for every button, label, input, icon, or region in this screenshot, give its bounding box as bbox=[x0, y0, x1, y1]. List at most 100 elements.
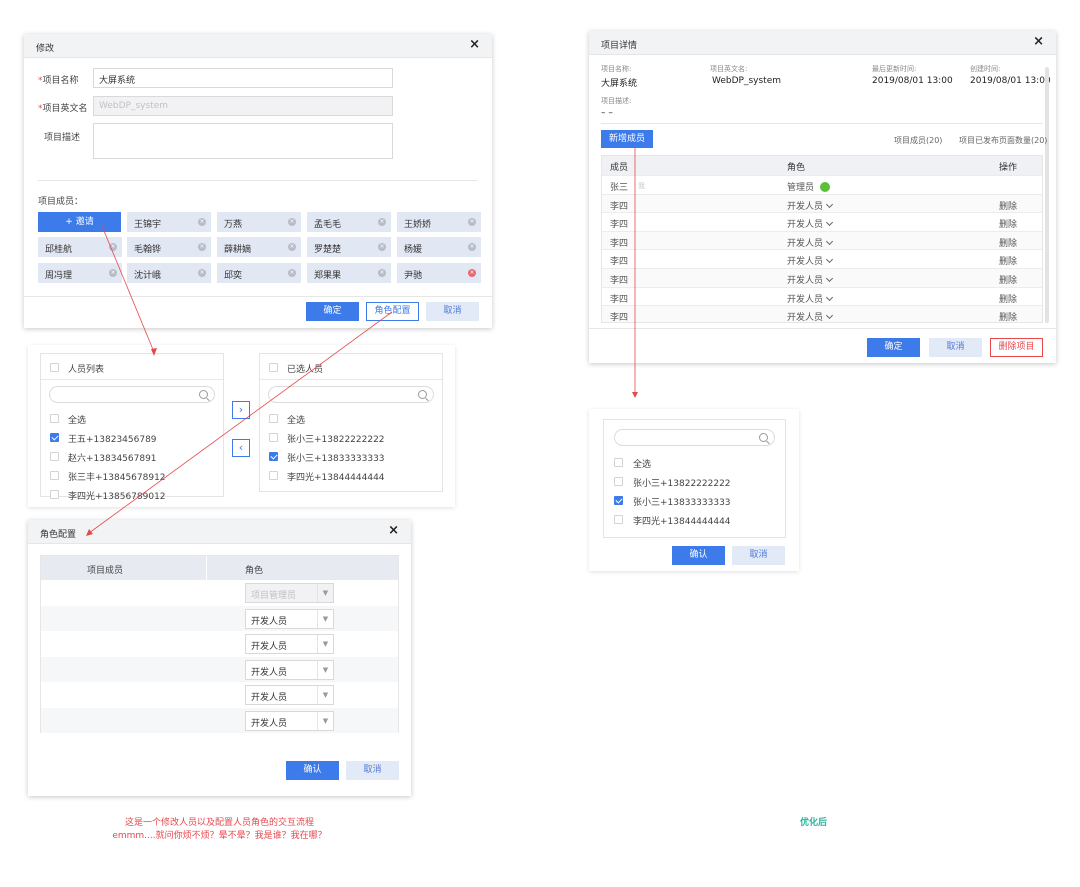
list-item-checkbox[interactable] bbox=[614, 477, 623, 486]
col-member-header: 成员 bbox=[610, 163, 629, 173]
move-right-button[interactable]: › bbox=[232, 401, 250, 419]
created-label: 创建时间: bbox=[970, 65, 1001, 73]
member-chip-label: 郑果果 bbox=[314, 271, 342, 281]
remove-member-icon[interactable]: × bbox=[198, 269, 206, 277]
cancel-button[interactable]: 取消 bbox=[426, 302, 479, 321]
remove-member-icon[interactable]: × bbox=[288, 243, 296, 251]
selected-search-input[interactable] bbox=[268, 386, 434, 403]
list-item-checkbox[interactable] bbox=[614, 496, 623, 505]
scrollbar[interactable] bbox=[1045, 67, 1049, 323]
role-select[interactable]: 开发人员 ▼ bbox=[245, 634, 334, 655]
cancel-button[interactable]: 取消 bbox=[732, 546, 785, 565]
role-dropdown[interactable]: 开发人员 bbox=[787, 217, 834, 230]
cancel-button[interactable]: 取消 bbox=[346, 761, 399, 780]
selected-list-title: 已选人员 bbox=[287, 365, 324, 375]
role-value: 开发人员 bbox=[787, 238, 824, 249]
people-search-input[interactable] bbox=[49, 386, 215, 403]
remove-member-icon[interactable]: × bbox=[198, 243, 206, 251]
delete-member-link[interactable]: 删除 bbox=[999, 273, 1017, 286]
arrowhead-icon bbox=[632, 392, 638, 398]
role-dropdown[interactable]: 开发人员 bbox=[787, 292, 834, 305]
remove-member-icon[interactable]: × bbox=[109, 269, 117, 277]
close-icon[interactable]: × bbox=[1033, 35, 1044, 49]
table-row: 开发人员 ▼ bbox=[41, 656, 398, 682]
move-left-button[interactable]: ‹ bbox=[232, 439, 250, 457]
invite-button[interactable]: + 邀请 bbox=[38, 212, 121, 232]
role-dropdown[interactable]: 开发人员 bbox=[787, 310, 834, 322]
remove-member-icon[interactable]: × bbox=[378, 243, 386, 251]
caret-down-icon: ▼ bbox=[317, 635, 333, 654]
confirm-button[interactable]: 确定 bbox=[306, 302, 359, 321]
delete-member-link[interactable]: 删除 bbox=[999, 310, 1017, 322]
remove-member-icon[interactable]: × bbox=[468, 218, 476, 226]
list-item-checkbox[interactable] bbox=[50, 452, 59, 461]
remove-member-icon[interactable]: × bbox=[198, 218, 206, 226]
remove-member-icon[interactable]: × bbox=[468, 243, 476, 251]
list-item-checkbox[interactable] bbox=[50, 490, 59, 499]
delete-member-link[interactable]: 删除 bbox=[999, 254, 1017, 267]
caret-down-icon: ▼ bbox=[317, 584, 333, 602]
role-dropdown[interactable]: 开发人员 bbox=[787, 273, 834, 286]
member-table-header: 成员 角色 操作 bbox=[602, 156, 1042, 175]
list-item: 王五+13823456789 bbox=[68, 435, 157, 445]
project-desc-label: 项目描述 bbox=[44, 133, 81, 143]
remove-member-icon[interactable]: × bbox=[109, 243, 117, 251]
edit-role-icon[interactable] bbox=[820, 181, 831, 192]
role-dropdown[interactable]: 开发人员 bbox=[787, 236, 834, 249]
list-item-checkbox[interactable] bbox=[269, 471, 278, 480]
delete-member-link[interactable]: 删除 bbox=[999, 217, 1017, 230]
project-desc-textarea[interactable] bbox=[93, 123, 393, 159]
close-icon[interactable]: × bbox=[388, 524, 399, 538]
close-icon[interactable]: × bbox=[469, 38, 480, 52]
chevron-down-icon bbox=[825, 274, 834, 283]
remove-member-icon[interactable]: × bbox=[288, 218, 296, 226]
member-chip: 王娇娇 × bbox=[397, 212, 481, 232]
search-icon bbox=[759, 433, 768, 442]
role-dropdown[interactable]: 开发人员 bbox=[787, 199, 834, 212]
project-name-input[interactable]: 大屏系统 bbox=[93, 68, 393, 88]
transfer-panel: 人员列表 全选 王五+13823456789 赵六+13834567891 张三… bbox=[28, 345, 455, 507]
role-select[interactable]: 开发人员 ▼ bbox=[245, 608, 334, 629]
list-header-checkbox[interactable] bbox=[50, 363, 59, 372]
delete-member-link[interactable]: 删除 bbox=[999, 236, 1017, 249]
member-chip: 沈计峨 × bbox=[127, 263, 211, 283]
role-select[interactable]: 开发人员 ▼ bbox=[245, 711, 334, 731]
role-select[interactable]: 项目管理员 ▼ bbox=[245, 583, 334, 603]
confirm-button[interactable]: 确定 bbox=[867, 338, 920, 357]
confirm-button[interactable]: 确认 bbox=[286, 761, 339, 780]
remove-member-icon[interactable]: × bbox=[378, 218, 386, 226]
list-header-checkbox[interactable] bbox=[269, 363, 278, 372]
list-item-checkbox[interactable] bbox=[269, 433, 278, 442]
select-all-checkbox[interactable] bbox=[614, 458, 623, 467]
picker-search-input[interactable] bbox=[614, 429, 775, 446]
delete-member-link[interactable]: 删除 bbox=[999, 292, 1017, 305]
member-chip: 毛翰铧 × bbox=[127, 237, 211, 257]
select-all-checkbox[interactable] bbox=[50, 414, 59, 423]
caret-down-icon: ▼ bbox=[317, 660, 333, 679]
remove-member-icon[interactable]: × bbox=[468, 269, 476, 277]
list-item-checkbox[interactable] bbox=[269, 452, 278, 461]
role-select[interactable]: 开发人员 ▼ bbox=[245, 685, 334, 706]
add-member-button[interactable]: 新增成员 bbox=[601, 130, 653, 148]
list-item-checkbox[interactable] bbox=[50, 433, 59, 442]
select-all-checkbox[interactable] bbox=[269, 414, 278, 423]
list-item: 张小三+13833333333 bbox=[633, 498, 731, 508]
project-en-input[interactable]: WebDP_system bbox=[93, 96, 393, 116]
confirm-button[interactable]: 确认 bbox=[672, 546, 725, 565]
role-dropdown[interactable]: 开发人员 bbox=[787, 254, 834, 267]
remove-member-icon[interactable]: × bbox=[288, 269, 296, 277]
member-name: 李四 bbox=[610, 201, 629, 212]
delete-project-button[interactable]: 删除项目 bbox=[990, 338, 1043, 357]
member-name: 李四 bbox=[610, 276, 629, 286]
list-item-checkbox[interactable] bbox=[50, 471, 59, 480]
cancel-button[interactable]: 取消 bbox=[929, 338, 982, 357]
project-name-label: *项目名称 bbox=[38, 76, 79, 86]
role-select-value: 开发人员 bbox=[251, 616, 288, 627]
delete-member-link[interactable]: 删除 bbox=[999, 199, 1017, 212]
members-label: 项目成员： bbox=[38, 197, 84, 207]
select-all-label: 全选 bbox=[287, 416, 306, 426]
role-config-button[interactable]: 角色配置 bbox=[366, 302, 419, 321]
list-item-checkbox[interactable] bbox=[614, 515, 623, 524]
remove-member-icon[interactable]: × bbox=[378, 269, 386, 277]
role-select[interactable]: 开发人员 ▼ bbox=[245, 659, 334, 680]
